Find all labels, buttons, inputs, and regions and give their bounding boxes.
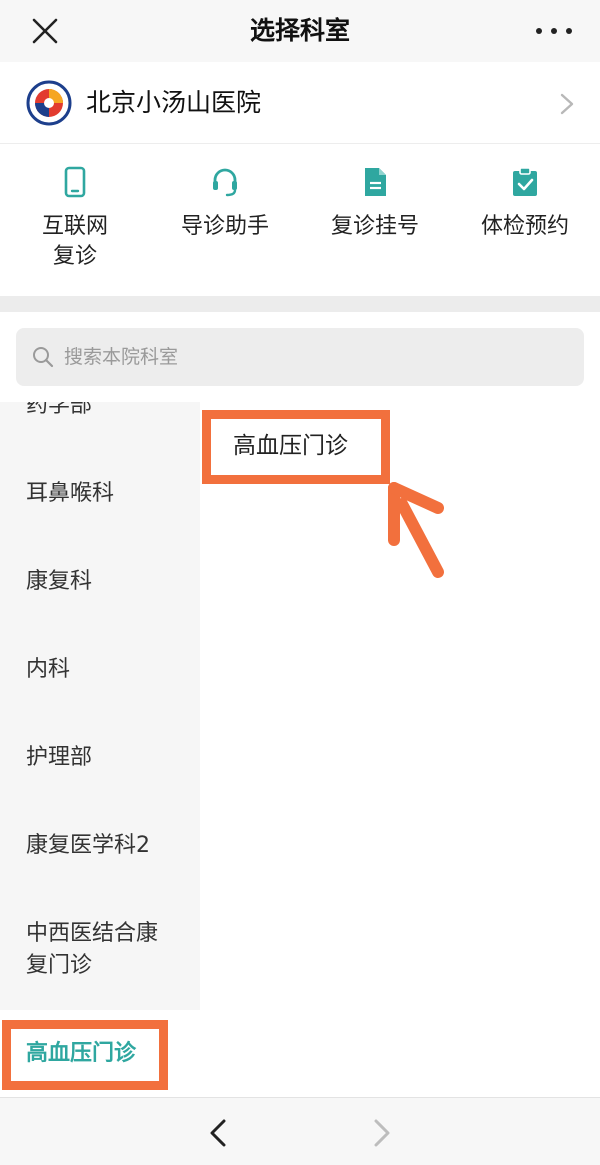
category-label: 中西医结合康 <box>26 921 159 946</box>
quick-action-label: 体检预约 <box>480 214 569 239</box>
department-item[interactable]: 高血压门诊 <box>233 429 348 463</box>
hospital-logo-icon <box>26 80 72 126</box>
quick-action-label: 复诊挂号 <box>330 214 419 239</box>
headset-icon <box>213 168 237 197</box>
more-dot <box>566 28 572 34</box>
search-area: 搜索本院科室 <box>0 312 600 402</box>
chevron-right-icon[interactable] <box>368 1118 394 1148</box>
search-placeholder: 搜索本院科室 <box>64 346 179 368</box>
category-label: 高血压门诊 <box>26 1041 137 1066</box>
phone-icon <box>64 166 86 198</box>
category-item[interactable]: 内科 <box>0 654 200 686</box>
quick-action-online-revisit[interactable]: 互联网 复诊 <box>0 144 150 296</box>
category-label: 药学部 <box>26 402 93 418</box>
chevron-right-icon[interactable] <box>560 93 574 115</box>
chevron-left-icon[interactable] <box>206 1118 232 1148</box>
category-label: 康复医学科2 <box>26 833 150 858</box>
category-item[interactable]: 中西医结合康 复门诊 <box>0 918 200 982</box>
quick-actions: 互联网 复诊 导诊助手 复诊挂号 体检预约 <box>0 144 600 296</box>
quick-action-checkup-booking[interactable]: 体检预约 <box>450 144 600 296</box>
close-icon[interactable] <box>30 16 60 46</box>
quick-action-guide-assistant[interactable]: 导诊助手 <box>150 144 300 296</box>
section-divider <box>0 296 600 312</box>
category-item[interactable]: 康复医学科2 <box>0 830 200 862</box>
quick-action-label: 互联网 复诊 <box>41 214 108 269</box>
navigation-bar: 选择科室 <box>0 0 600 62</box>
more-dot <box>551 28 557 34</box>
category-label: 内科 <box>26 657 71 682</box>
bottom-navigation-bar <box>0 1097 600 1165</box>
hospital-name: 北京小汤山医院 <box>86 88 262 117</box>
category-label: 耳鼻喉科 <box>26 481 115 506</box>
hospital-row[interactable]: 北京小汤山医院 <box>0 62 600 144</box>
category-item-selected[interactable]: 高血压门诊 <box>0 1010 200 1097</box>
more-dots-icon[interactable] <box>536 22 572 40</box>
category-label: 护理部 <box>26 745 93 770</box>
category-item[interactable]: 康复科 <box>0 566 200 598</box>
more-dot <box>536 28 542 34</box>
department-list: 高血压门诊 <box>200 402 600 1097</box>
category-item[interactable]: 药学部 <box>0 402 200 430</box>
quick-action-label: 导诊助手 <box>180 214 269 239</box>
document-icon <box>365 168 386 196</box>
search-icon <box>33 347 54 368</box>
category-label: 康复科 <box>26 569 93 594</box>
department-category-list[interactable]: 药学部 耳鼻喉科 康复科 内科 护理部 康复医学科2 中西医结合康 复门诊 高血… <box>0 402 200 1097</box>
search-input[interactable]: 搜索本院科室 <box>16 328 584 386</box>
category-label: 复门诊 <box>26 953 93 978</box>
category-item[interactable]: 护理部 <box>0 742 200 774</box>
clipboard-check-icon <box>513 167 537 196</box>
page-title: 选择科室 <box>249 16 350 45</box>
quick-action-revisit-registration[interactable]: 复诊挂号 <box>300 144 450 296</box>
category-item[interactable]: 耳鼻喉科 <box>0 478 200 510</box>
